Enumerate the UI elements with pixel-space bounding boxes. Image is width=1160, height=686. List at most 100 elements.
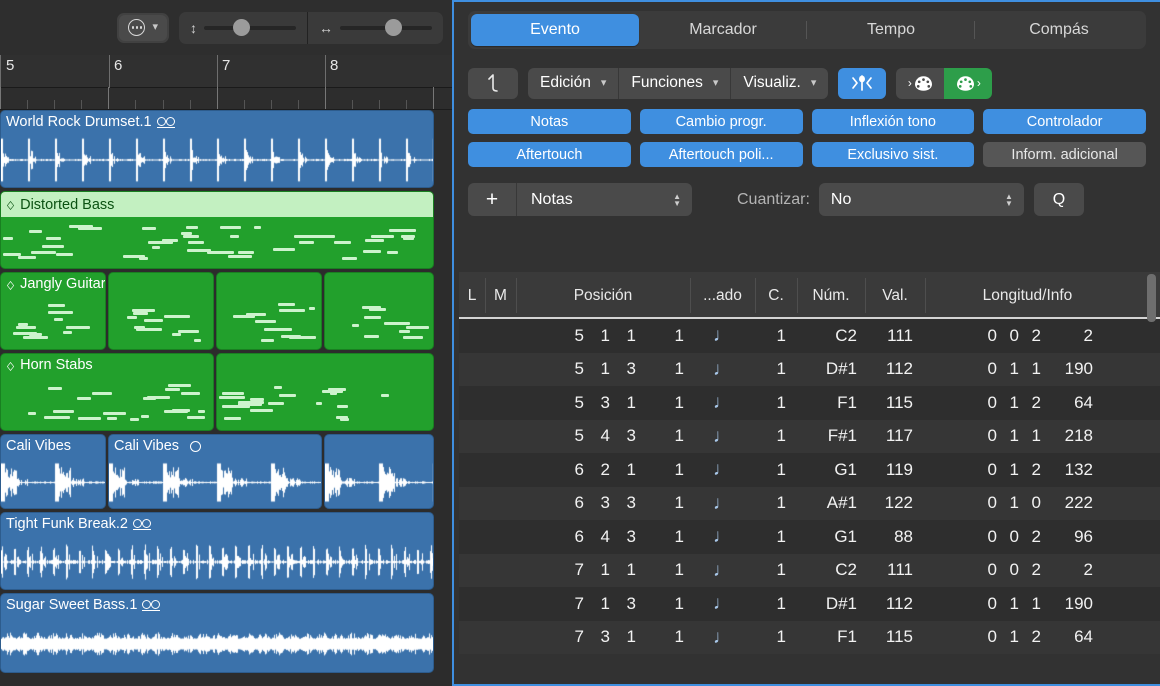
cell-val[interactable]: 88	[865, 520, 925, 554]
col-header-canal[interactable]: C.	[755, 272, 797, 319]
table-row[interactable]: 5311♩1F111501264	[459, 386, 1160, 420]
filter-notas[interactable]: Notas	[468, 109, 631, 134]
cell-canal[interactable]: 1	[755, 621, 797, 655]
cell-num[interactable]: F1	[797, 621, 865, 655]
table-row[interactable]: 6331♩1A#1122010222	[459, 487, 1160, 521]
cell-val[interactable]: 122	[865, 487, 925, 521]
menu-visualiz[interactable]: Visualiz. ▾	[730, 68, 828, 99]
midi-out-button[interactable]: ›	[944, 68, 992, 99]
cell-val[interactable]: 111	[865, 319, 925, 353]
col-header-m[interactable]: M	[485, 272, 516, 319]
region[interactable]	[324, 272, 434, 350]
cell-m[interactable]	[485, 621, 516, 655]
cell-l[interactable]	[459, 319, 485, 353]
cell-m[interactable]	[485, 520, 516, 554]
cell-val[interactable]: 111	[865, 554, 925, 588]
col-header-num[interactable]: Núm.	[797, 272, 865, 319]
filter-controlador[interactable]: Controlador	[983, 109, 1146, 134]
tab-evento[interactable]: Evento	[471, 14, 639, 46]
vertical-zoom-control[interactable]: ↕	[179, 12, 307, 44]
tab-marcador[interactable]: Marcador	[639, 14, 807, 46]
cell-posicion[interactable]: 5431	[516, 420, 690, 454]
cell-m[interactable]	[485, 353, 516, 387]
cell-l[interactable]	[459, 453, 485, 487]
col-header-posicion[interactable]: Posición	[516, 272, 690, 319]
quantize-select[interactable]: No ▲▼	[819, 183, 1024, 216]
cell-longitud[interactable]: 011190	[925, 353, 1130, 387]
horizontal-zoom-slider[interactable]	[340, 12, 432, 44]
cell-num[interactable]: A#1	[797, 487, 865, 521]
cell-num[interactable]: D#1	[797, 353, 865, 387]
filter-inform-adicional[interactable]: Inform. adicional	[983, 142, 1146, 167]
cell-num[interactable]: G1	[797, 453, 865, 487]
cell-canal[interactable]: 1	[755, 487, 797, 521]
cell-canal[interactable]: 1	[755, 420, 797, 454]
vertical-zoom-slider[interactable]	[204, 12, 296, 44]
beat-ruler[interactable]	[0, 88, 455, 110]
cell-canal[interactable]: 1	[755, 554, 797, 588]
region[interactable]: Cali Vibes	[0, 434, 106, 509]
table-scrollbar[interactable]	[1147, 272, 1156, 684]
quantize-apply-button[interactable]: Q	[1034, 183, 1084, 216]
region[interactable]	[216, 353, 434, 431]
cell-val[interactable]: 119	[865, 453, 925, 487]
cell-posicion[interactable]: 6211	[516, 453, 690, 487]
cell-longitud[interactable]: 012132	[925, 453, 1130, 487]
region[interactable]: World Rock Drumset.1	[0, 110, 434, 188]
cell-canal[interactable]: 1	[755, 587, 797, 621]
region[interactable]: ⬦Distorted Bass	[0, 191, 434, 269]
cell-estado[interactable]: ♩	[690, 420, 755, 454]
cell-posicion[interactable]: 5111	[516, 319, 690, 353]
cell-posicion[interactable]: 7311	[516, 621, 690, 655]
menu-edicion[interactable]: Edición ▾	[528, 68, 618, 99]
go-up-button[interactable]	[468, 68, 518, 99]
cell-posicion[interactable]: 7111	[516, 554, 690, 588]
cell-l[interactable]	[459, 487, 485, 521]
col-header-l[interactable]: L	[459, 272, 485, 319]
cell-num[interactable]: F#1	[797, 420, 865, 454]
cell-estado[interactable]: ♩	[690, 587, 755, 621]
midi-in-button[interactable]: ›	[896, 68, 944, 99]
region[interactable]	[324, 434, 434, 509]
table-row[interactable]: 7311♩1F111501264	[459, 621, 1160, 655]
cell-posicion[interactable]: 6431	[516, 520, 690, 554]
cell-longitud[interactable]: 0022	[925, 554, 1130, 588]
col-header-longitud-info[interactable]: Longitud/Info	[925, 272, 1130, 319]
filter-aftertouch[interactable]: Aftertouch	[468, 142, 631, 167]
cell-m[interactable]	[485, 319, 516, 353]
cell-val[interactable]: 115	[865, 386, 925, 420]
cell-longitud[interactable]: 0022	[925, 319, 1130, 353]
cell-val[interactable]: 112	[865, 353, 925, 387]
cell-m[interactable]	[485, 587, 516, 621]
cell-longitud[interactable]: 00296	[925, 520, 1130, 554]
cell-estado[interactable]: ♩	[690, 621, 755, 655]
cell-num[interactable]: C2	[797, 319, 865, 353]
cell-longitud[interactable]: 011190	[925, 587, 1130, 621]
cell-canal[interactable]: 1	[755, 353, 797, 387]
cell-longitud[interactable]: 011218	[925, 420, 1130, 454]
bar-ruler[interactable]: 5 6 7 8	[0, 55, 455, 88]
cell-longitud[interactable]: 010222	[925, 487, 1130, 521]
cell-longitud[interactable]: 01264	[925, 386, 1130, 420]
filter-exclusivo-sist[interactable]: Exclusivo sist.	[812, 142, 975, 167]
region[interactable]	[216, 272, 322, 350]
menu-funciones[interactable]: Funciones ▾	[618, 68, 730, 99]
midi-split-button[interactable]	[838, 68, 886, 99]
cell-l[interactable]	[459, 621, 485, 655]
cell-estado[interactable]: ♩	[690, 319, 755, 353]
cell-num[interactable]: F1	[797, 386, 865, 420]
view-mode-group[interactable]: ▾	[117, 13, 169, 43]
cell-canal[interactable]: 1	[755, 386, 797, 420]
tab-compas[interactable]: Compás	[975, 14, 1143, 46]
cell-l[interactable]	[459, 520, 485, 554]
add-event-type-select[interactable]: Notas ▲▼	[516, 183, 692, 216]
table-row[interactable]: 5431♩1F#1117011218	[459, 420, 1160, 454]
tab-tempo[interactable]: Tempo	[807, 14, 975, 46]
cell-num[interactable]: D#1	[797, 587, 865, 621]
cell-posicion[interactable]: 5131	[516, 353, 690, 387]
cell-longitud[interactable]: 01264	[925, 621, 1130, 655]
table-row[interactable]: 6431♩1G18800296	[459, 520, 1160, 554]
cell-canal[interactable]: 1	[755, 453, 797, 487]
filter-cambio-progr[interactable]: Cambio progr.	[640, 109, 803, 134]
view-mode-button[interactable]: ▾	[119, 15, 167, 41]
